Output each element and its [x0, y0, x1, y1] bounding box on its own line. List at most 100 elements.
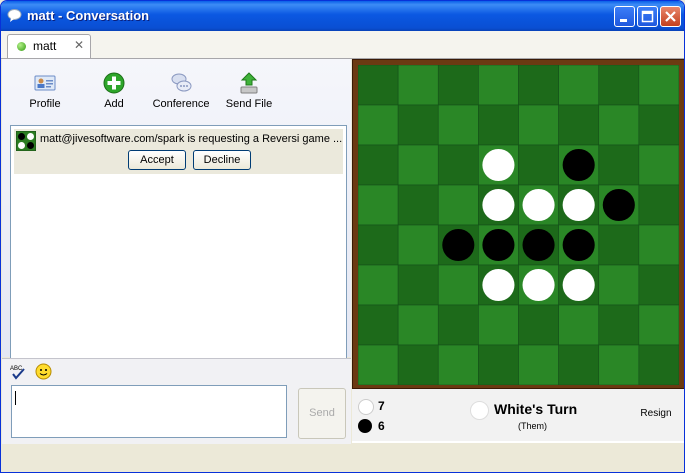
- black-piece-icon: [358, 419, 372, 433]
- board-square[interactable]: [437, 304, 479, 346]
- board-square[interactable]: [638, 344, 679, 385]
- board-square[interactable]: [598, 344, 640, 385]
- board-square[interactable]: [358, 304, 399, 346]
- board-square[interactable]: [638, 144, 679, 186]
- white-piece: [482, 148, 515, 182]
- board-square[interactable]: [358, 224, 399, 266]
- black-piece: [482, 228, 515, 262]
- add-plus-icon: [103, 72, 125, 94]
- board-square[interactable]: [558, 344, 600, 385]
- board-square[interactable]: [598, 304, 640, 346]
- white-piece: [482, 268, 515, 302]
- board-square[interactable]: [558, 104, 600, 146]
- board-square[interactable]: [598, 65, 640, 106]
- minimize-icon: [620, 19, 627, 22]
- board-square[interactable]: [358, 344, 399, 385]
- turn-piece-icon: [470, 401, 489, 420]
- board-square[interactable]: [397, 65, 439, 106]
- board-square[interactable]: [358, 65, 399, 106]
- board-square[interactable]: [358, 104, 399, 146]
- minimize-button[interactable]: [614, 6, 635, 27]
- reversi-game-icon: [16, 131, 36, 151]
- black-piece: [562, 228, 595, 262]
- conference-button[interactable]: Conference: [146, 71, 216, 115]
- send-file-button[interactable]: Send File: [214, 71, 284, 115]
- add-button[interactable]: Add: [79, 71, 149, 115]
- board-grid[interactable]: [358, 65, 679, 385]
- board-square[interactable]: [558, 304, 600, 346]
- board-square[interactable]: [518, 65, 559, 106]
- profile-label: Profile: [29, 98, 61, 110]
- profile-card-icon: [34, 75, 56, 91]
- close-button[interactable]: [660, 6, 681, 27]
- board-square[interactable]: [397, 304, 439, 346]
- board-square[interactable]: [397, 184, 439, 226]
- compose-panel: ABC Send: [2, 358, 351, 445]
- conversation-window: matt - Conversation matt ✕ Profile Add C…: [0, 0, 685, 473]
- board-square[interactable]: [638, 184, 679, 226]
- board-square[interactable]: [478, 304, 519, 346]
- board-square[interactable]: [598, 104, 640, 146]
- text-caret: [15, 391, 16, 405]
- board-square[interactable]: [397, 264, 439, 306]
- board-square[interactable]: [397, 344, 439, 385]
- decline-button[interactable]: Decline: [193, 150, 251, 170]
- board-square[interactable]: [598, 264, 640, 306]
- board-square[interactable]: [397, 224, 439, 266]
- emoticon-smiley-icon[interactable]: [35, 363, 52, 380]
- board-square[interactable]: [518, 304, 559, 346]
- board-square[interactable]: [518, 344, 559, 385]
- profile-button[interactable]: Profile: [10, 71, 80, 115]
- board-square[interactable]: [437, 104, 479, 146]
- game-request: matt@jivesoftware.com/spark is requestin…: [14, 129, 343, 174]
- board-square[interactable]: [478, 65, 519, 106]
- board-square[interactable]: [478, 104, 519, 146]
- spellcheck-icon[interactable]: ABC: [10, 364, 27, 380]
- board-square[interactable]: [437, 264, 479, 306]
- title-bar[interactable]: matt - Conversation: [1, 1, 684, 31]
- board-square[interactable]: [518, 144, 559, 186]
- board-square[interactable]: [558, 65, 600, 106]
- message-input[interactable]: [11, 385, 287, 438]
- board-square[interactable]: [437, 144, 479, 186]
- black-piece: [562, 148, 595, 182]
- board-square[interactable]: [437, 344, 479, 385]
- reversi-board: [352, 59, 684, 389]
- tab-matt[interactable]: matt ✕: [7, 34, 91, 58]
- board-square[interactable]: [518, 104, 559, 146]
- tab-close-icon[interactable]: ✕: [74, 38, 84, 52]
- board-square[interactable]: [598, 224, 640, 266]
- send-button[interactable]: Send: [298, 388, 346, 439]
- board-square[interactable]: [478, 344, 519, 385]
- board-square[interactable]: [638, 65, 679, 106]
- board-square[interactable]: [397, 104, 439, 146]
- board-square[interactable]: [437, 65, 479, 106]
- maximize-button[interactable]: [637, 6, 658, 27]
- chat-bubble-icon: [7, 9, 22, 22]
- white-piece: [482, 188, 515, 222]
- board-square[interactable]: [638, 224, 679, 266]
- black-piece: [602, 188, 635, 222]
- accept-button[interactable]: Accept: [128, 150, 186, 170]
- board-square[interactable]: [638, 104, 679, 146]
- board-square[interactable]: [638, 304, 679, 346]
- online-status-icon: [17, 42, 26, 51]
- board-square[interactable]: [358, 184, 399, 226]
- white-piece: [562, 188, 595, 222]
- white-piece: [522, 268, 555, 302]
- board-square[interactable]: [638, 264, 679, 306]
- add-label: Add: [104, 98, 124, 110]
- black-piece: [522, 228, 555, 262]
- close-icon: [665, 11, 676, 22]
- board-square[interactable]: [358, 144, 399, 186]
- board-square[interactable]: [437, 184, 479, 226]
- turn-indicator: White's Turn: [494, 401, 578, 417]
- white-piece: [522, 188, 555, 222]
- board-square[interactable]: [397, 144, 439, 186]
- tab-strip: matt ✕: [1, 31, 684, 59]
- board-square[interactable]: [598, 144, 640, 186]
- resign-button[interactable]: Resign: [632, 405, 680, 423]
- white-piece: [562, 268, 595, 302]
- white-piece-icon: [358, 399, 374, 415]
- board-square[interactable]: [358, 264, 399, 306]
